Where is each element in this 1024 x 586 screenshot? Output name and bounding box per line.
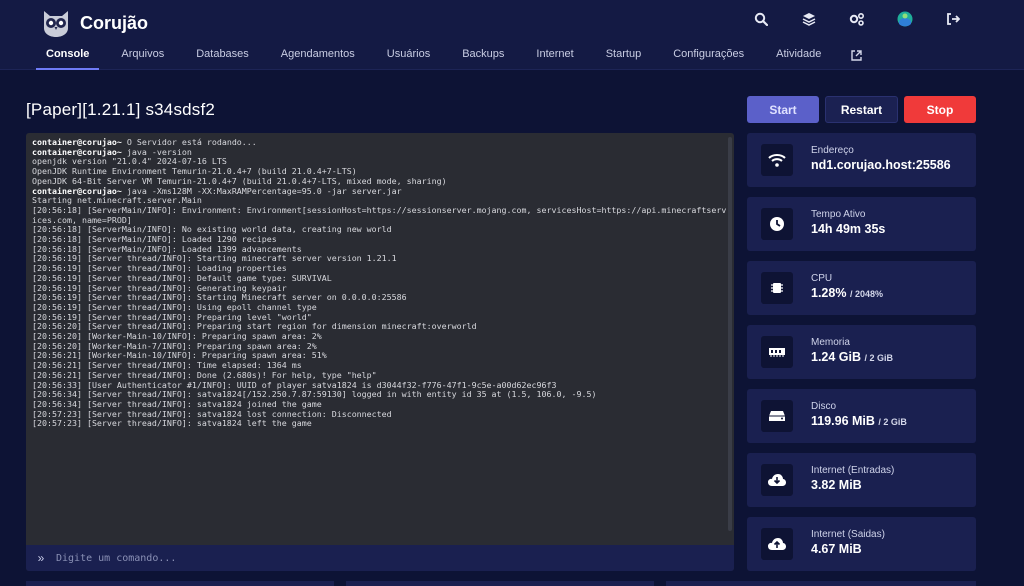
stat-label: Disco — [811, 401, 837, 412]
console-text: [20:56:21] [Server thread/INFO]: Done (2… — [32, 369, 377, 380]
main-nav: Console Arquivos Databases Agendamentos … — [30, 40, 876, 70]
console-text: [20:56:19] [Server thread/INFO]: Prepari… — [32, 311, 312, 322]
stat-card-endereco: Endereço nd1.corujao.host:25586 — [747, 133, 976, 187]
console-text: OpenJDK Runtime Environment Temurin-21.0… — [32, 166, 357, 177]
console-prompt: container@corujao~ — [32, 137, 122, 147]
tab-usuarios[interactable]: Usuários — [371, 40, 446, 70]
stop-button[interactable]: Stop — [904, 96, 976, 123]
console-text: [20:56:19] [Server thread/INFO]: Using e… — [32, 301, 317, 312]
console-text: java -Xms128M -XX:MaxRAMPercentage=95.0 … — [121, 185, 402, 196]
stat-value: 3.82 MiB — [811, 478, 862, 492]
stat-label: Endereço — [811, 145, 854, 156]
console-text: openjdk version "21.0.4" 2024-07-16 LTS — [32, 156, 227, 167]
console-text: [20:56:21] [Worker-Main-10/INFO]: Prepar… — [32, 350, 327, 361]
external-link-icon[interactable] — [837, 40, 876, 70]
console-text: Starting net.minecraft.server.Main — [32, 195, 202, 206]
stat-card-cpu: CPU 1.28% / 2048% — [747, 261, 976, 315]
tab-configuracoes[interactable]: Configurações — [657, 40, 760, 70]
console-text: [20:56:19] [Server thread/INFO]: Startin… — [32, 253, 397, 264]
console-text: [20:56:20] [Server thread/INFO]: Prepari… — [32, 321, 477, 332]
console-prompt: container@corujao~ — [32, 185, 122, 196]
bottom-panel — [666, 581, 976, 586]
tab-agendamentos[interactable]: Agendamentos — [265, 40, 371, 70]
stat-value: 4.67 MiB — [811, 542, 862, 556]
console-prompt: container@corujao~ — [32, 146, 122, 157]
bottom-panel — [26, 581, 334, 586]
cloud-download-icon — [761, 464, 793, 496]
stat-card-memoria: Memoria 1.24 GiB / 2 GiB — [747, 325, 976, 379]
console-text: [20:57:23] [Server thread/INFO]: satva18… — [32, 418, 312, 429]
stat-label: Tempo Ativo — [811, 209, 866, 220]
stat-label: Memoria — [811, 337, 850, 348]
bottom-panel — [346, 581, 654, 586]
tab-startup[interactable]: Startup — [590, 40, 657, 70]
console-text: java -version — [121, 146, 192, 157]
user-avatar-icon[interactable] — [894, 8, 916, 30]
tab-backups[interactable]: Backups — [446, 40, 520, 70]
tab-internet[interactable]: Internet — [520, 40, 589, 70]
stat-card-disco: Disco 119.96 MiB / 2 GiB — [747, 389, 976, 443]
disk-icon — [761, 400, 793, 432]
console-text: OpenJDK 64-Bit Server VM Temurin-21.0.4+… — [32, 175, 447, 186]
console-text: [20:56:19] [Server thread/INFO]: Loading… — [32, 263, 287, 274]
console-panel: container@corujao~ O Servidor está rodan… — [26, 133, 734, 571]
console-text: [20:56:20] [Worker-Main-10/INFO]: Prepar… — [32, 331, 322, 342]
top-header: Corujão Console Arquivos Databases Agend… — [0, 0, 1024, 70]
console-text: [20:56:34] [Server thread/INFO]: satva18… — [32, 389, 597, 400]
stat-card-internet-saidas: Internet (Saidas) 4.67 MiB — [747, 517, 976, 571]
stat-card-internet-entradas: Internet (Entradas) 3.82 MiB — [747, 453, 976, 507]
console-text: [20:56:18] [ServerMain/INFO]: Environmen… — [32, 204, 727, 225]
clock-icon — [761, 208, 793, 240]
layers-icon[interactable] — [798, 8, 820, 30]
console-text: [20:56:19] [Server thread/INFO]: Startin… — [32, 292, 407, 303]
console-line: [20:57:23] [Server thread/INFO]: satva18… — [32, 419, 728, 429]
tab-atividade[interactable]: Atividade — [760, 40, 837, 70]
brand[interactable]: Corujão — [40, 8, 148, 38]
stat-label: CPU — [811, 273, 833, 284]
console-text: [20:56:18] [ServerMain/INFO]: Loaded 139… — [32, 243, 302, 254]
console-line: [20:56:18] [ServerMain/INFO]: Environmen… — [32, 204, 728, 225]
stat-label: Internet (Saidas) — [811, 529, 885, 540]
console-text: [20:56:18] [ServerMain/INFO]: No existin… — [32, 224, 392, 235]
stat-value: 1.28% / 2048% — [811, 286, 883, 300]
owl-logo-icon — [44, 11, 68, 37]
console-text: [20:56:34] [Server thread/INFO]: satva18… — [32, 398, 322, 409]
console-text: [20:56:19] [Server thread/INFO]: Generat… — [32, 282, 287, 293]
console-text: [20:56:18] [ServerMain/INFO]: Loaded 129… — [32, 234, 277, 245]
server-title: [Paper][1.21.1] s34sdsf2 — [26, 100, 216, 119]
stat-value: 1.24 GiB / 2 GiB — [811, 350, 894, 364]
start-button[interactable]: Start — [747, 96, 819, 123]
command-input[interactable] — [56, 552, 696, 564]
app-name: Corujão — [80, 12, 149, 33]
wifi-icon — [761, 144, 793, 176]
cogs-icon[interactable] — [846, 8, 868, 30]
stat-value: nd1.corujao.host:25586 — [811, 158, 951, 172]
stat-value: 14h 49m 35s — [811, 222, 886, 236]
chevron-right-icon: » — [37, 551, 45, 565]
console-text: [20:57:23] [Server thread/INFO]: satva18… — [32, 408, 392, 419]
console-output: container@corujao~ O Servidor está rodan… — [26, 133, 734, 537]
restart-button[interactable]: Restart — [825, 96, 898, 123]
console-scrollbar[interactable] — [728, 137, 732, 531]
stat-label: Internet (Entradas) — [811, 465, 895, 476]
console-input-bar: » — [26, 545, 734, 571]
console-text: [20:56:20] [Worker-Main-7/INFO]: Prepari… — [32, 340, 317, 351]
console-text: [20:56:21] [Server thread/INFO]: Time el… — [32, 360, 302, 371]
tab-console[interactable]: Console — [30, 40, 105, 70]
search-icon[interactable] — [750, 8, 772, 30]
cloud-upload-icon — [761, 528, 793, 560]
tab-arquivos[interactable]: Arquivos — [105, 40, 180, 70]
logout-icon[interactable] — [942, 8, 964, 30]
memory-icon — [761, 336, 793, 368]
console-text: [20:56:19] [Server thread/INFO]: Default… — [32, 272, 332, 283]
stat-card-tempo-ativo: Tempo Ativo 14h 49m 35s — [747, 197, 976, 251]
console-text: O Servidor está rodando... — [121, 137, 257, 147]
tab-databases[interactable]: Databases — [180, 40, 265, 70]
stat-value: 119.96 MiB / 2 GiB — [811, 414, 907, 428]
console-text: [20:56:33] [User Authenticator #1/INFO]:… — [32, 379, 557, 390]
cpu-icon — [761, 272, 793, 304]
